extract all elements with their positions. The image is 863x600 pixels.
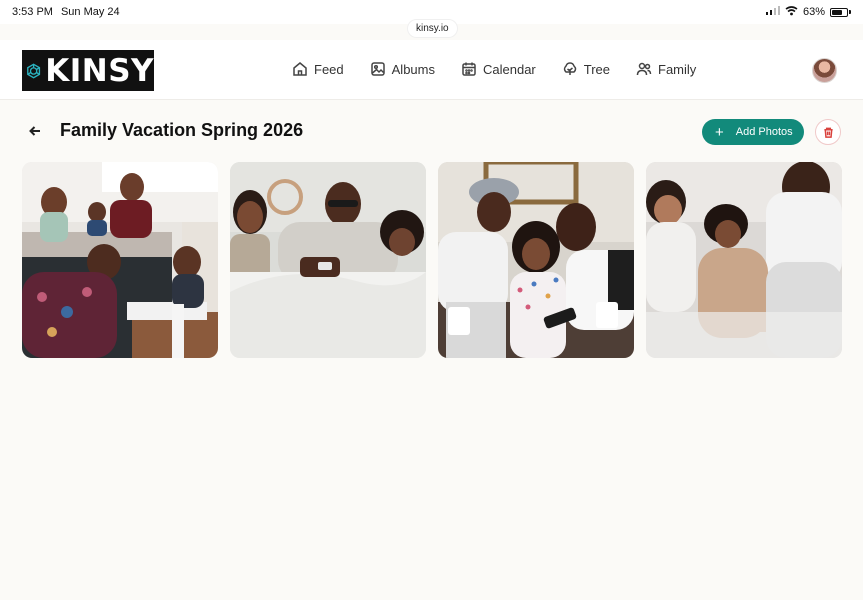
nav-item-calendar[interactable]: Calendar [461, 61, 536, 77]
add-photos-label: Add Photos [735, 126, 793, 138]
tree-icon [563, 62, 577, 75]
signal-icon [765, 6, 780, 18]
avatar[interactable] [812, 58, 837, 83]
logo-mark-icon [27, 63, 41, 78]
url-pill[interactable]: kinsy.io [408, 20, 457, 37]
family-bed-photo [230, 162, 426, 358]
logo[interactable]: KINSY [22, 50, 154, 91]
calendar-icon [462, 62, 476, 76]
family-icon [636, 62, 652, 76]
status-time: 3:53 PM [12, 6, 53, 18]
albums-icon [370, 62, 385, 76]
nav-item-label: Feed [314, 61, 344, 77]
nav-item-albums[interactable]: Albums [370, 61, 435, 77]
family-cuddle-photo [646, 162, 842, 358]
delete-album-button[interactable] [815, 119, 841, 145]
nav-items: Feed Albums Calendar Tree Family [292, 61, 722, 77]
top-navigation: KINSY Feed Albums Calendar Tree Family [0, 40, 863, 100]
plus-icon: + [715, 123, 724, 141]
photo-item[interactable] [438, 162, 634, 358]
nav-item-label: Tree [583, 61, 611, 77]
nav-item-tree[interactable]: Tree [562, 61, 610, 77]
nav-item-family[interactable]: Family [636, 61, 696, 77]
photo-item[interactable] [230, 162, 426, 358]
photo-item[interactable] [646, 162, 842, 358]
trash-icon [823, 127, 833, 138]
photo-item[interactable] [22, 162, 218, 358]
family-kitchen-photo [22, 162, 218, 358]
nav-item-label: Albums [391, 61, 435, 77]
logo-text: KINSY [45, 52, 154, 89]
family-couch-photo [438, 162, 634, 358]
add-photos-button[interactable]: + Add Photos [702, 119, 804, 145]
battery-percent: 63% [802, 6, 825, 18]
nav-item-label: Calendar [483, 61, 536, 77]
battery-cap [849, 10, 851, 14]
battery-icon [830, 7, 848, 17]
status-right: 63% [765, 5, 851, 19]
status-left: 3:53 PM Sun May 24 [12, 6, 120, 18]
home-icon [293, 62, 307, 76]
back-button[interactable] [26, 122, 44, 140]
arrow-left-icon [29, 126, 40, 136]
nav-item-label: Family [658, 61, 697, 77]
nav-item-feed[interactable]: Feed [292, 61, 344, 77]
status-date: Sun May 24 [60, 6, 120, 18]
page-title: Family Vacation Spring 2026 [60, 120, 304, 140]
wifi-icon [785, 5, 798, 19]
photo-grid [22, 162, 842, 358]
